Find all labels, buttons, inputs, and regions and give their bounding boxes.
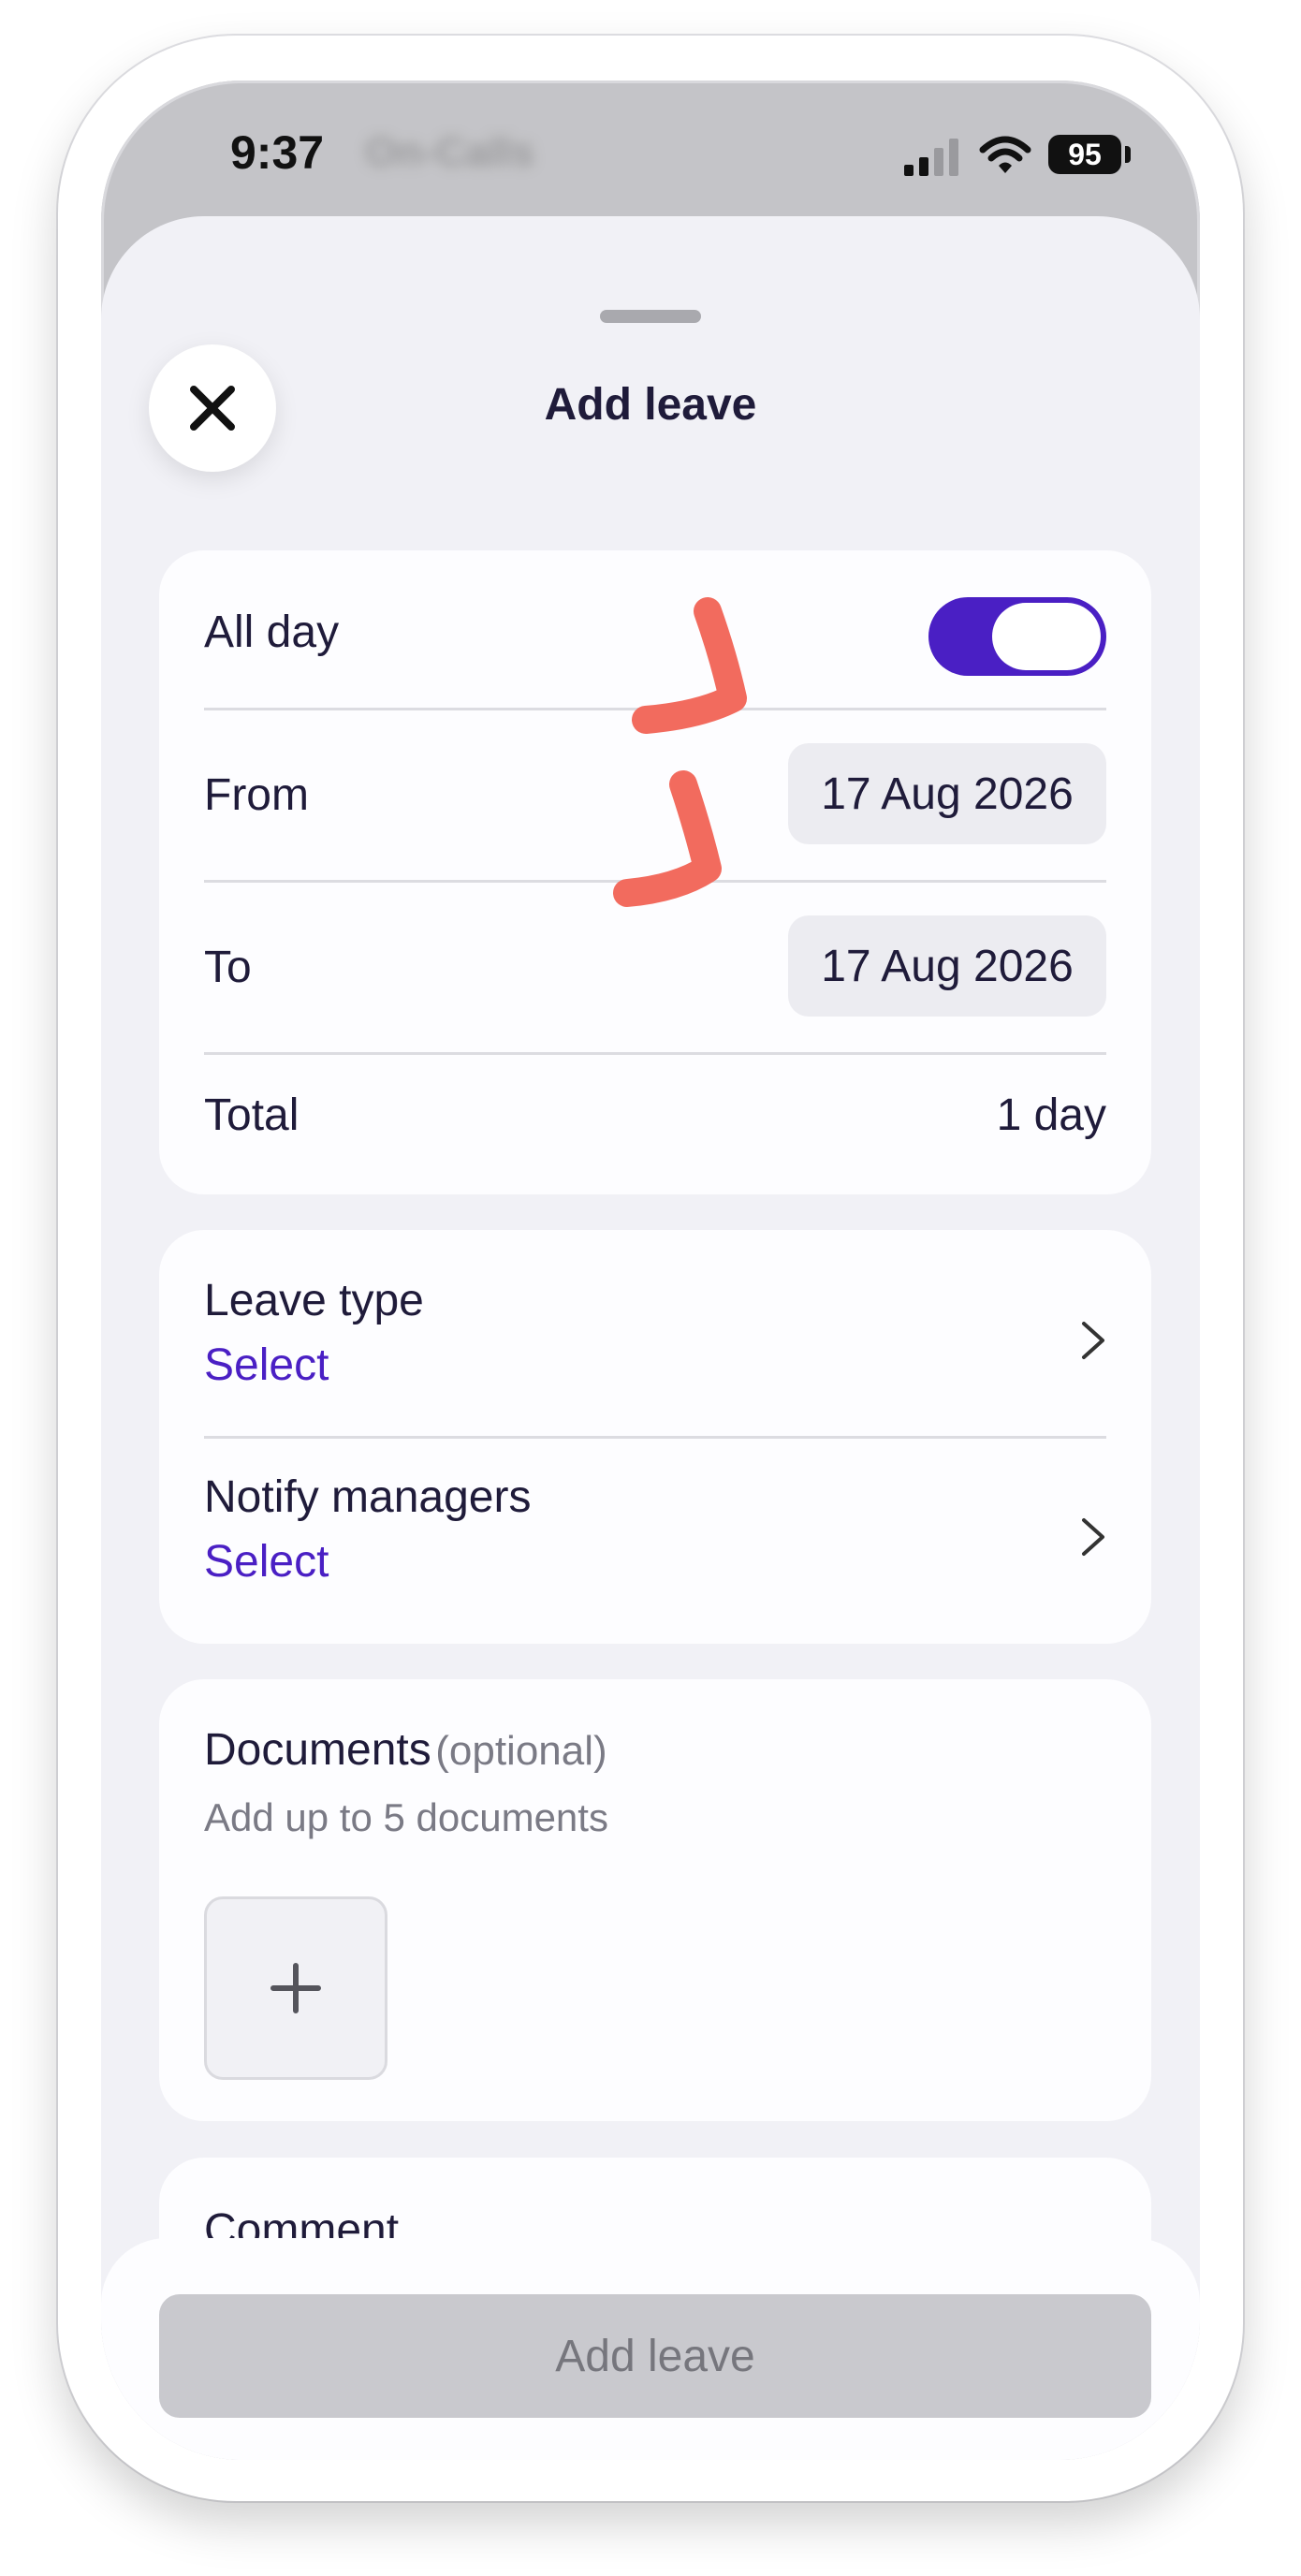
all-day-row: All day: [204, 597, 1106, 676]
documents-hint: Add up to 5 documents: [204, 1795, 608, 1839]
all-day-toggle[interactable]: [928, 597, 1106, 676]
notify-managers-select[interactable]: Select: [204, 1536, 1106, 1588]
documents-title: Documents: [204, 1725, 431, 1775]
chevron-right-icon: [1082, 1322, 1104, 1359]
documents-card: Documents (optional) Add up to 5 documen…: [159, 1679, 1151, 2121]
wifi-icon: [979, 136, 1031, 173]
divider: [204, 708, 1106, 710]
plus-icon: [270, 1963, 321, 2013]
add-document-button[interactable]: [204, 1896, 387, 2080]
toggle-knob: [992, 603, 1101, 670]
sheet-grabber[interactable]: [600, 310, 701, 323]
divider: [204, 1436, 1106, 1439]
leave-type-label: Leave type: [204, 1276, 424, 1325]
add-leave-sheet: Add leave All day From 17 Aug 2026 To 17…: [101, 216, 1200, 2460]
to-date-picker[interactable]: 17 Aug 2026: [788, 915, 1106, 1017]
status-bar: 9:37 On-Calls 95: [101, 80, 1200, 212]
total-row: Total 1 day: [204, 1090, 1106, 1155]
page-title: Add leave: [544, 380, 757, 430]
phone-screen: 9:37 On-Calls 95 Add leave All day From …: [101, 80, 1200, 2460]
chevron-right-icon: [1082, 1518, 1104, 1556]
battery-level: 95: [1068, 137, 1102, 171]
from-date-picker[interactable]: 17 Aug 2026: [788, 743, 1106, 844]
dates-card: All day From 17 Aug 2026 To 17 Aug 2026 …: [159, 550, 1151, 1194]
from-label: From: [204, 770, 309, 820]
battery-tip: [1125, 146, 1131, 163]
battery-icon: 95: [1048, 135, 1121, 174]
divider: [204, 880, 1106, 883]
add-leave-button[interactable]: Add leave: [159, 2294, 1151, 2418]
bottom-action-bar: Add leave: [101, 2238, 1200, 2460]
notify-managers-label: Notify managers: [204, 1472, 532, 1522]
documents-optional: (optional): [435, 1728, 607, 1774]
to-label: To: [204, 943, 252, 992]
notify-managers-row[interactable]: Notify managers Select: [204, 1471, 1106, 1612]
from-row: From 17 Aug 2026: [204, 743, 1106, 844]
cellular-signal-icon: [904, 139, 958, 176]
status-app-label: On-Calls: [365, 129, 534, 175]
total-value: 1 day: [996, 1090, 1106, 1140]
total-label: Total: [204, 1090, 300, 1140]
divider: [204, 1052, 1106, 1055]
selection-card: Leave type Select Notify managers Select: [159, 1230, 1151, 1644]
status-time: 9:37: [230, 126, 325, 179]
leave-type-select[interactable]: Select: [204, 1339, 1106, 1391]
all-day-label: All day: [204, 607, 340, 657]
documents-header: Documents (optional): [204, 1724, 1106, 1776]
to-row: To 17 Aug 2026: [204, 915, 1106, 1017]
leave-type-row[interactable]: Leave type Select: [204, 1275, 1106, 1415]
